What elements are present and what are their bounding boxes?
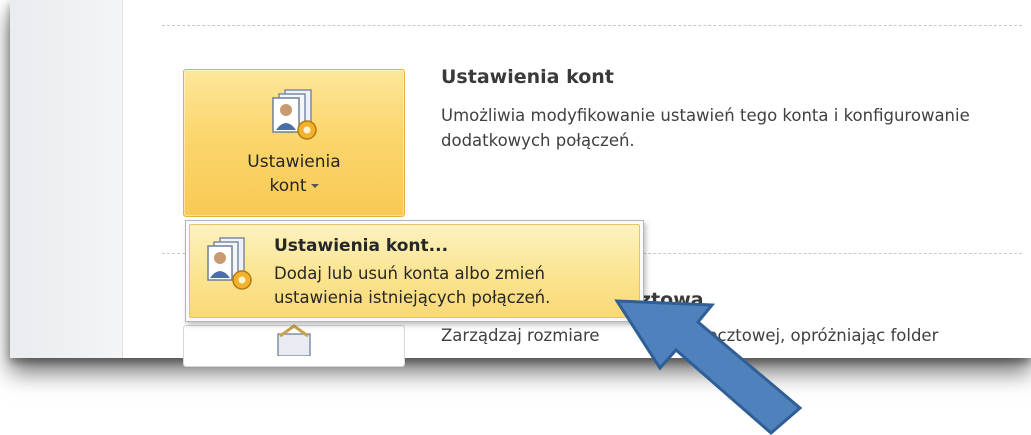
backstage-nav-strip <box>10 0 123 358</box>
button-label-line2: kont <box>269 176 307 196</box>
account-settings-dropdown: Ustawienia kont... Dodaj lub usuń konta … <box>185 220 644 322</box>
section2-desc-start: Zarządzaj rozmiare <box>441 326 600 345</box>
account-settings-button[interactable]: Ustawienia kont <box>183 69 405 217</box>
section2-description: Zarządzaj rozmiare ki pocztowej, opróżnia… <box>441 326 938 345</box>
section2-desc-end: ki pocztowej, opróżniając folder <box>677 326 939 345</box>
section-title: Ustawienia kont <box>441 66 614 88</box>
gear-icon <box>232 270 252 290</box>
button-label-line2-wrap: kont <box>184 174 404 198</box>
account-settings-button-label: Ustawienia kont <box>184 150 404 198</box>
account-settings-icon <box>202 236 256 292</box>
menu-item-title: Ustawienia kont... <box>274 236 449 256</box>
section-description: Umożliwia modyfikowanie ustawień tego ko… <box>441 106 970 150</box>
account-settings-icon <box>267 88 323 144</box>
menu-item-account-settings[interactable]: Ustawienia kont... Dodaj lub usuń konta … <box>189 224 640 318</box>
menu-item-description: Dodaj lub usuń konta albo zmień ustawien… <box>274 264 551 307</box>
gear-icon <box>297 120 317 140</box>
mailbox-cleanup-icon <box>272 322 318 357</box>
stage: Ustawienia kont Ustawienia kont Umożliwi… <box>0 0 1031 435</box>
button-label-line1: Ustawienia <box>247 152 341 172</box>
section2-title: ztową <box>640 289 704 311</box>
divider <box>162 25 1022 26</box>
dropdown-caret-icon <box>310 184 319 188</box>
